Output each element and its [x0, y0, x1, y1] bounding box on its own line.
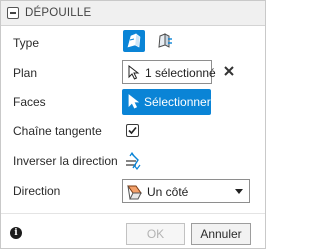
plan-selection-field[interactable]: 1 sélectionné: [122, 60, 216, 84]
checkmark-icon: [128, 126, 137, 135]
type-label: Type: [13, 36, 40, 50]
direction-dropdown[interactable]: Un côté: [122, 179, 250, 203]
cancel-button[interactable]: Annuler: [191, 223, 251, 245]
type-fixed-plane-button[interactable]: [123, 30, 145, 52]
chevron-down-icon: [235, 189, 243, 194]
direction-selected-value: Un côté: [147, 185, 189, 199]
dialog-footer: i OK Annuler: [1, 213, 265, 249]
faces-label: Faces: [13, 95, 46, 109]
fixed-plane-draft-icon: [127, 33, 141, 48]
draft-dialog: DÉPOUILLE Type Plan 1 sélectionné Faces: [0, 0, 266, 249]
collapse-icon[interactable]: [7, 7, 19, 19]
parting-line-draft-icon: [158, 33, 172, 48]
plan-selection-value: 1 sélectionné: [145, 66, 216, 80]
cursor-arrow-icon: [128, 65, 140, 80]
tangent-chain-label: Chaîne tangente: [13, 124, 102, 138]
dialog-title: DÉPOUILLE: [25, 7, 92, 19]
dialog-titlebar[interactable]: DÉPOUILLE: [1, 1, 265, 26]
tangent-chain-checkbox[interactable]: [126, 124, 139, 137]
one-side-direction-icon: [127, 185, 142, 200]
cursor-arrow-icon: [128, 94, 140, 109]
flip-direction-label: Inverser la direction: [13, 154, 118, 168]
faces-select-button[interactable]: Sélectionner: [122, 89, 211, 115]
faces-select-label: Sélectionner: [144, 95, 211, 109]
clear-selection-icon[interactable]: [222, 64, 236, 78]
flip-direction-icon[interactable]: [124, 152, 144, 170]
plan-label: Plan: [13, 66, 38, 80]
type-parting-line-button[interactable]: [153, 30, 175, 52]
direction-label: Direction: [13, 184, 61, 198]
ok-button[interactable]: OK: [126, 223, 185, 245]
info-icon[interactable]: i: [10, 227, 22, 239]
